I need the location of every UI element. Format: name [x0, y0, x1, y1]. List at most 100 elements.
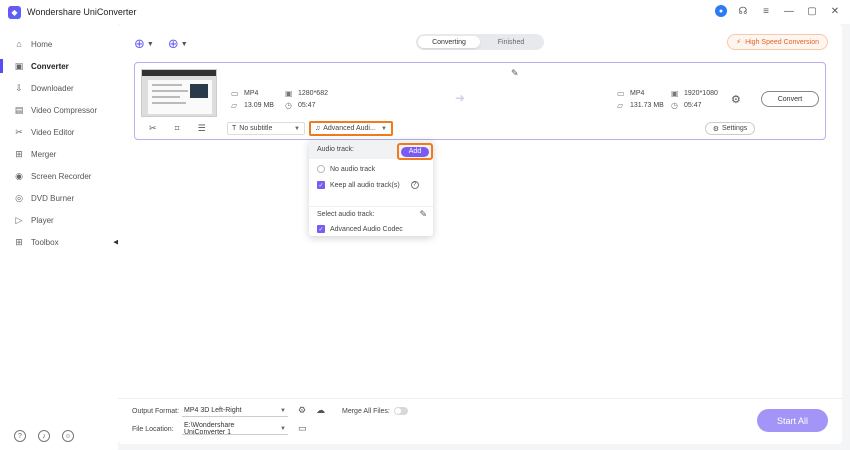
main-panel: ⊕ ▼ ⊕ ▼ Converting Finished ⚡ High Speed C…: [118, 24, 842, 444]
audio-codec-option[interactable]: ✓ Advanced Audio Codec: [317, 225, 403, 233]
edit-icon[interactable]: ✎: [419, 209, 427, 220]
play-icon: ▷: [15, 214, 23, 225]
merge-all-toggle[interactable]: [394, 407, 408, 415]
edit-name-icon[interactable]: ✎: [511, 68, 519, 79]
checkbox-checked-icon: ✓: [317, 225, 325, 233]
high-speed-conversion-button[interactable]: ⚡ High Speed Conversion: [727, 34, 828, 50]
compress-icon: ▤: [14, 104, 24, 115]
clock-icon: ◷: [285, 101, 292, 110]
chevron-down-icon: ▼: [381, 125, 387, 132]
sidebar-bottom-icons: ? ♪ ☺: [14, 430, 74, 442]
source-resolution: ▣ 1280*682: [285, 89, 328, 98]
sidebar-item-converter[interactable]: ▣ Converter: [0, 55, 118, 77]
add-media-button[interactable]: ⊕ ▼: [168, 36, 188, 52]
keep-all-audio-option[interactable]: ✓ Keep all audio track(s) ?: [317, 181, 419, 189]
format-settings-icon[interactable]: ⚙: [298, 405, 306, 416]
sidebar-item-screen-recorder[interactable]: ◉ Screen Recorder: [0, 165, 118, 187]
resolution-icon: ▣: [285, 89, 293, 98]
menu-icon[interactable]: ≡: [759, 4, 773, 18]
crop-icon[interactable]: ⌗: [175, 123, 180, 134]
checkbox-checked-icon: ✓: [317, 181, 325, 189]
bottom-bar: Output Format: MP4 3D Left-Right ▼ ⚙ ☁ M…: [118, 398, 842, 444]
disc-icon: ◎: [15, 192, 23, 203]
add-file-icon: ⊕: [134, 36, 145, 51]
video-thumbnail[interactable]: [141, 69, 217, 117]
audio-wave-icon: ♫: [315, 125, 321, 132]
target-format: ▭ MP4: [617, 89, 645, 98]
download-icon: ⇩: [15, 82, 23, 93]
divider: [309, 206, 433, 207]
sidebar-item-merger[interactable]: ⊞ Merger: [0, 143, 118, 165]
thumbnail-tools: ✂ ⌗ ☰: [149, 123, 206, 134]
high-speed-label: High Speed Conversion: [745, 38, 819, 46]
sidebar-item-dvd-burner[interactable]: ◎ DVD Burner: [0, 187, 118, 209]
convert-button[interactable]: Convert: [761, 91, 819, 107]
top-tools: ⊕ ▼ ⊕ ▼: [134, 36, 188, 52]
clock-icon: ◷: [671, 101, 678, 110]
add-media-icon: ⊕: [167, 36, 179, 51]
chevron-down-icon: ▼: [146, 40, 154, 48]
chevron-down-icon: ▼: [280, 425, 286, 432]
file-location-label: File Location:: [132, 426, 174, 433]
uniconverter-logo-icon: ◆: [8, 5, 21, 19]
output-settings-icon[interactable]: ⚙: [731, 93, 741, 106]
headset-icon[interactable]: ☊: [736, 4, 750, 18]
sidebar-item-home[interactable]: ⌂ Home: [0, 33, 118, 55]
target-resolution: ▣ 1920*1080: [671, 89, 718, 98]
folder-icon: ▱: [231, 101, 238, 110]
radio-icon: [317, 165, 325, 173]
merge-icon: ⊞: [15, 148, 23, 159]
resolution-icon: ▣: [671, 89, 679, 98]
sidebar-item-video-editor[interactable]: ✂ Video Editor: [0, 121, 118, 143]
help-icon[interactable]: ?: [410, 181, 419, 189]
sidebar-item-label: Home: [31, 39, 53, 49]
sidebar-item-label: Screen Recorder: [31, 171, 92, 181]
chevron-down-icon: ▼: [180, 40, 188, 48]
audio-track-dropdown: Audio track: Add No audio track ✓ Keep a…: [309, 140, 433, 236]
tab-finished[interactable]: Finished: [480, 36, 542, 48]
feedback-icon[interactable]: ☺: [62, 430, 74, 442]
settings-button[interactable]: ⚙ Settings: [705, 122, 755, 135]
home-icon: ⌂: [16, 39, 22, 49]
target-size: ▱ 131.73 MB: [617, 101, 664, 110]
sidebar-item-video-compressor[interactable]: ▤ Video Compressor: [0, 99, 118, 121]
sidebar-item-label: Player: [31, 215, 54, 225]
file-icon: ▭: [231, 89, 239, 98]
add-files-button[interactable]: ⊕ ▼: [134, 36, 154, 52]
sidebar-item-player[interactable]: ▷ Player: [0, 209, 118, 231]
help-icon[interactable]: ?: [14, 430, 26, 442]
minimize-icon[interactable]: —: [782, 4, 796, 18]
cloud-icon[interactable]: ☁: [316, 405, 325, 416]
sidebar-item-label: Downloader: [31, 83, 74, 93]
start-all-button[interactable]: Start All: [757, 409, 828, 432]
source-format: ▭ MP4: [231, 89, 259, 98]
sidebar-item-label: Toolbox: [31, 237, 59, 247]
add-audio-button[interactable]: Add: [397, 143, 433, 160]
sidebar-item-label: Converter: [31, 61, 69, 71]
folder-icon[interactable]: ▭: [298, 423, 307, 434]
sidebar-item-toolbox[interactable]: ⊞ Toolbox: [0, 231, 118, 253]
effects-icon[interactable]: ☰: [198, 123, 206, 134]
maximize-icon[interactable]: ▢: [805, 4, 819, 18]
bell-icon[interactable]: ♪: [38, 430, 50, 442]
file-card: ✂ ⌗ ☰ ✎ ▭ MP4 ▣ 1280*682 ▱ 13.09 MB ◷ 05:47 …: [134, 62, 826, 140]
window-controls: ● ☊ ≡ — ▢ ✕: [715, 4, 842, 18]
app-title: Wondershare UniConverter: [27, 7, 137, 17]
trim-icon[interactable]: ✂: [149, 123, 157, 134]
tab-converting[interactable]: Converting: [418, 36, 480, 48]
sidebar-item-label: DVD Burner: [31, 193, 75, 203]
subtitle-select[interactable]: T No subtitle ▼: [227, 122, 305, 135]
audio-track-select[interactable]: ♫ Advanced Audi... ▼: [309, 121, 393, 136]
sidebar-item-label: Video Compressor: [31, 105, 98, 115]
no-audio-track-option[interactable]: No audio track: [317, 165, 375, 173]
sidebar: ⌂ Home ▣ Converter ⇩ Downloader ▤ Video …: [0, 24, 118, 450]
sidebar-item-downloader[interactable]: ⇩ Downloader: [0, 77, 118, 99]
account-icon[interactable]: ●: [715, 5, 727, 17]
output-format-label: Output Format:: [132, 408, 180, 415]
merge-all-label: Merge All Files:: [342, 408, 390, 415]
close-icon[interactable]: ✕: [828, 4, 842, 18]
chevron-down-icon: ▼: [280, 407, 286, 414]
gear-icon: ⚙: [712, 125, 719, 133]
output-format-select[interactable]: MP4 3D Left-Right ▼: [182, 405, 288, 417]
file-location-select[interactable]: E:\Wondershare UniConverter 1 ▼: [182, 422, 288, 436]
